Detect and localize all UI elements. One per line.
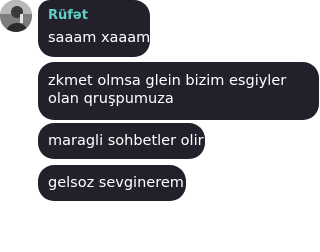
message-text: saaam xaaam	[48, 30, 151, 46]
message-text: gelsoz sevginerem	[48, 175, 184, 191]
sender-avatar[interactable]	[0, 0, 32, 32]
sender-name[interactable]: Rüfət	[48, 8, 140, 24]
message-bubble[interactable]: zkmet olmsa glein bizim esgiyler olan qr…	[38, 62, 319, 120]
message-text: zkmet olmsa glein bizim esgiyler olan qr…	[48, 73, 287, 107]
user-avatar-icon	[0, 0, 32, 32]
message-bubble[interactable]: Rüfət saaam xaaam	[38, 0, 150, 57]
chat-thread: Rüfət saaam xaaam zkmet olmsa glein bizi…	[0, 0, 320, 252]
message-text: maragli sohbetler olir	[48, 133, 204, 149]
message-bubble[interactable]: gelsoz sevginerem	[38, 165, 186, 201]
message-bubble[interactable]: maragli sohbetler olir	[38, 123, 205, 159]
